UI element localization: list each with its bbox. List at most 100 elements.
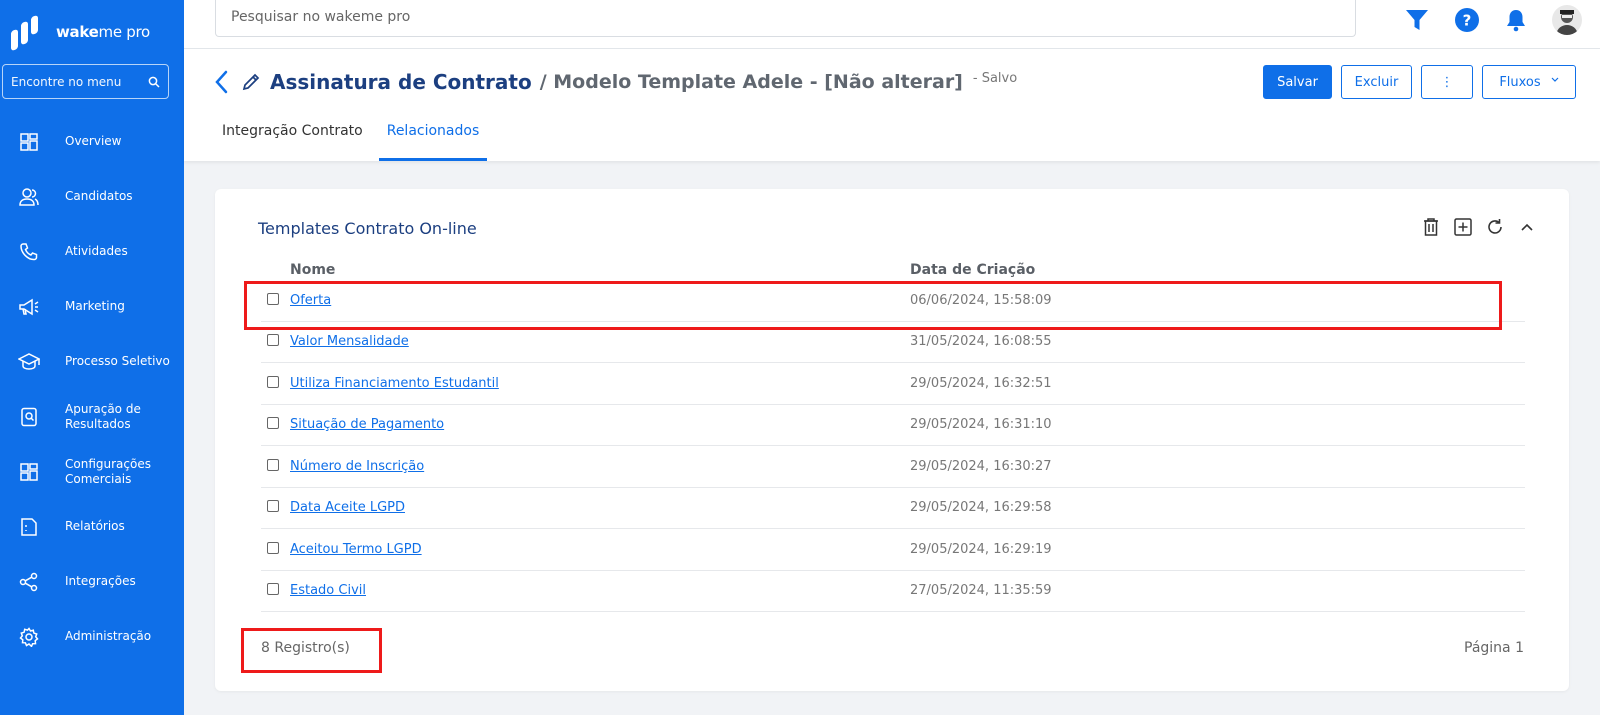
tab-relacionados[interactable]: Relacionados [378, 121, 488, 161]
gear-icon [18, 626, 40, 648]
sidebar-item-label: Apuração de Resultados [65, 401, 141, 431]
svg-text:?: ? [1463, 12, 1472, 30]
sidebar-item-processo-seletivo[interactable]: Processo Seletivo [0, 334, 184, 389]
bell-icon[interactable] [1505, 8, 1527, 32]
row-checkbox[interactable] [267, 541, 279, 554]
sidebar-item-configuracoes-comerciais[interactable]: Configurações Comerciais [0, 444, 184, 499]
trash-icon[interactable] [1421, 217, 1441, 237]
save-button[interactable]: Salvar [1263, 65, 1332, 99]
filter-icon[interactable] [1405, 8, 1429, 32]
row-checkbox[interactable] [267, 583, 279, 596]
row-date: 29/05/2024, 16:31:10 [910, 417, 1052, 433]
help-icon[interactable]: ? [1454, 7, 1480, 33]
sidebar-item-candidatos[interactable]: Candidatos [0, 169, 184, 224]
sidebar-item-apuracao-de-resultados[interactable]: Apuração de Resultados [0, 389, 184, 444]
row-name-link[interactable]: Situação de Pagamento [290, 417, 910, 432]
table-row: Situação de Pagamento 29/05/2024, 16:31:1… [261, 405, 1525, 446]
phone-icon [18, 241, 40, 263]
related-templates-card: Templates Contrato On-line Nome Data de … [215, 189, 1569, 691]
sidebar-item-label: Marketing [65, 299, 125, 313]
flows-dropdown-button[interactable]: Fluxos [1482, 65, 1576, 99]
refresh-icon[interactable] [1485, 217, 1505, 237]
global-search-placeholder: Pesquisar no wakeme pro [231, 9, 411, 25]
row-checkbox[interactable] [267, 375, 279, 388]
row-checkbox[interactable] [267, 500, 279, 513]
row-name-link[interactable]: Valor Mensalidade [290, 334, 910, 349]
sidebar-item-integracoes[interactable]: Integrações [0, 554, 184, 609]
sidebar-item-label: Atividades [65, 244, 128, 258]
top-bar-actions: ? [1380, 4, 1600, 36]
table-row: Aceitou Termo LGPD 29/05/2024, 16:29:19 [261, 529, 1525, 571]
row-name-link[interactable]: Data Aceite LGPD [290, 500, 910, 515]
save-status: - Salvo [972, 70, 1018, 86]
brand-name: wakeme pro [56, 23, 150, 41]
grid-icon [18, 461, 40, 483]
table-header: Nome Data de Criação [261, 262, 1525, 280]
row-name-link[interactable]: Número de Inscrição [290, 459, 910, 474]
sidebar-item-relatorios[interactable]: Relatórios [0, 499, 184, 554]
row-date: 29/05/2024, 16:32:51 [910, 375, 1052, 391]
sidebar-item-label: Candidatos [65, 189, 133, 203]
column-header-date: Data de Criação [910, 262, 1036, 278]
header-actions: Salvar Excluir ⋮ Fluxos [1254, 65, 1576, 99]
column-header-name: Nome [290, 262, 336, 278]
row-checkbox[interactable] [267, 417, 279, 430]
record-header: Assinatura de Contrato / Modelo Template… [184, 49, 1600, 161]
row-name-link[interactable]: Utiliza Financiamento Estudantil [290, 376, 910, 391]
app-logo[interactable]: wakeme pro [10, 14, 150, 51]
megaphone-icon [18, 296, 40, 318]
search-document-icon [18, 406, 40, 428]
row-name-link[interactable]: Aceitou Termo LGPD [290, 542, 910, 557]
menu-search-placeholder: Encontre no menu [11, 74, 122, 89]
collapse-chevron-icon[interactable] [1517, 217, 1537, 237]
top-bar: Pesquisar no wakeme pro ? [184, 0, 1600, 49]
tab-integracao-contrato[interactable]: Integração Contrato [214, 121, 371, 161]
sidebar-item-atividades[interactable]: Atividades [0, 224, 184, 279]
add-icon[interactable] [1453, 217, 1473, 237]
search-icon [148, 76, 160, 88]
row-date: 29/05/2024, 16:29:58 [910, 500, 1052, 516]
table-row: Número de Inscrição 29/05/2024, 16:30:27 [261, 446, 1525, 488]
row-date: 29/05/2024, 16:29:19 [910, 541, 1052, 557]
page-title: Assinatura de Contrato [270, 70, 532, 94]
sidebar-item-label: Administração [65, 629, 152, 643]
dashboard-icon [18, 131, 40, 153]
row-date: 27/05/2024, 11:35:59 [910, 583, 1052, 599]
highlight-box-first-row [244, 281, 1502, 330]
more-options-button[interactable]: ⋮ [1421, 65, 1473, 99]
highlight-box-record-count [241, 628, 382, 673]
row-name-link[interactable]: Estado Civil [290, 583, 910, 598]
table-row: Utiliza Financiamento Estudantil 29/05/20… [261, 363, 1525, 405]
graduation-cap-icon [18, 351, 40, 373]
chevron-down-icon [1551, 77, 1559, 82]
sidebar-item-label: Overview [65, 134, 122, 148]
sidebar-item-label: Relatórios [65, 519, 125, 533]
back-arrow-icon[interactable] [214, 70, 228, 94]
card-title: Templates Contrato On-line [258, 219, 477, 238]
flows-button-label: Fluxos [1499, 74, 1541, 90]
card-tools [1409, 217, 1537, 237]
record-tabs: Integração Contrato Relacionados [214, 121, 495, 161]
menu-search-input[interactable]: Encontre no menu [2, 64, 169, 99]
edit-pencil-icon[interactable] [242, 73, 260, 91]
sidebar-nav: Overview Candidatos Atividades Marketing… [0, 114, 184, 664]
sidebar-item-administracao[interactable]: Administração [0, 609, 184, 664]
row-checkbox[interactable] [267, 458, 279, 471]
share-icon [18, 571, 40, 593]
sidebar-item-marketing[interactable]: Marketing [0, 279, 184, 334]
sidebar-item-label: Processo Seletivo [65, 354, 170, 368]
logo-mark-icon [10, 14, 42, 51]
title-row: Assinatura de Contrato / Modelo Template… [214, 67, 1017, 97]
user-avatar[interactable] [1552, 5, 1582, 35]
row-checkbox[interactable] [267, 334, 279, 347]
sidebar: wakeme pro Encontre no menu Overview Can… [0, 0, 184, 715]
report-icon [18, 516, 40, 538]
delete-button[interactable]: Excluir [1341, 65, 1412, 99]
sidebar-item-overview[interactable]: Overview [0, 114, 184, 169]
global-search-input[interactable]: Pesquisar no wakeme pro [215, 0, 1356, 37]
users-icon [18, 186, 40, 208]
table-row: Estado Civil 27/05/2024, 11:35:59 [261, 571, 1525, 612]
page-indicator: Página 1 [1464, 640, 1524, 656]
table-row: Data Aceite LGPD 29/05/2024, 16:29:58 [261, 488, 1525, 529]
row-date: 31/05/2024, 16:08:55 [910, 334, 1052, 350]
